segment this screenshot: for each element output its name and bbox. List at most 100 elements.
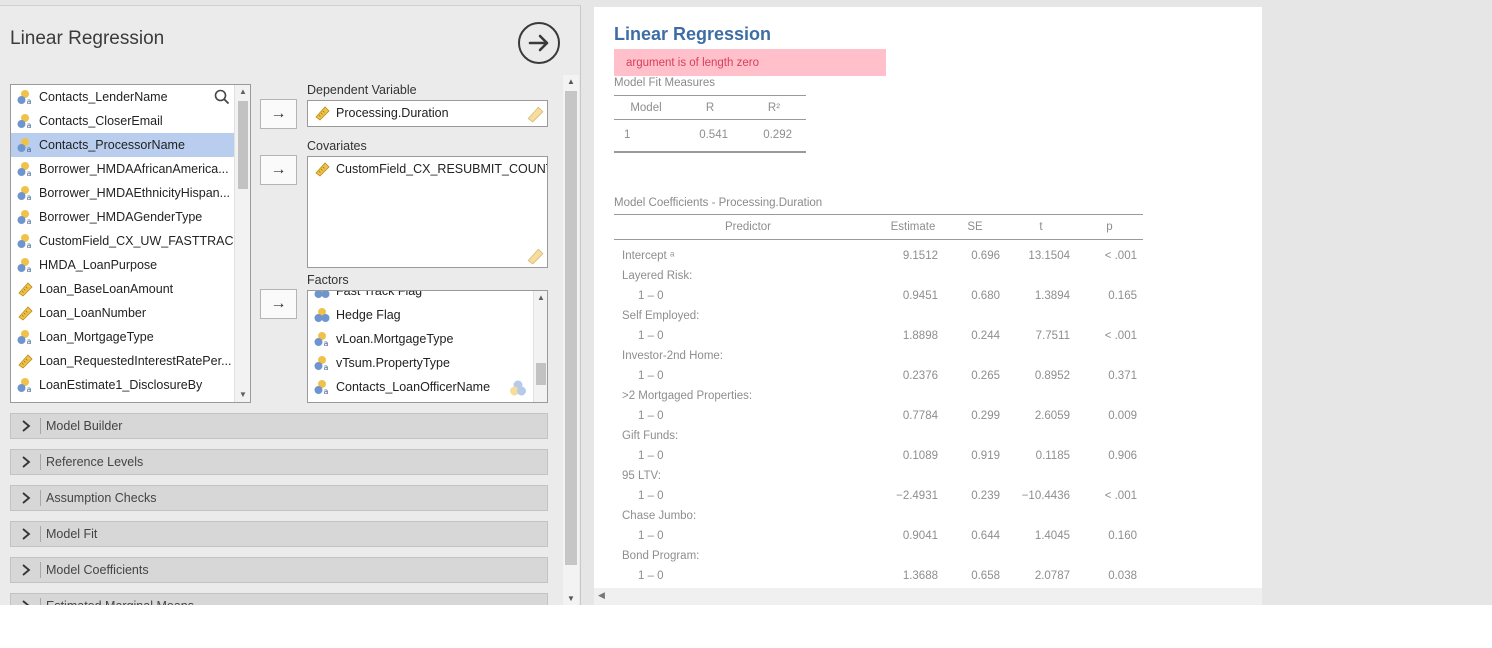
variable-list-item[interactable]: a Contacts_LenderName	[11, 85, 235, 109]
variable-list-item[interactable]: a Borrower_HMDAAfricanAmerica...	[11, 157, 235, 181]
factors-label: Factors	[307, 273, 349, 287]
predictor-group-label: >2 Mortgaged Properties:	[622, 389, 753, 402]
t-cell: 0.1185	[1035, 449, 1070, 462]
table-row: Bond Program:	[614, 546, 1143, 566]
variable-name: Loan_LoanNumber	[39, 306, 147, 320]
coef-header-predictor: Predictor	[614, 214, 882, 240]
continuous-variable-icon	[315, 162, 330, 177]
scroll-thumb[interactable]	[536, 363, 546, 385]
variable-list-item[interactable]: a Loan_MortgageType	[11, 325, 235, 349]
move-to-covariates-button[interactable]: →	[260, 155, 297, 185]
covariates-box[interactable]: CustomField_CX_RESUBMIT_COUNT	[307, 156, 548, 268]
scroll-left-icon[interactable]: ◀	[598, 590, 605, 601]
variable-list-item[interactable]: a Borrower_HMDAEthnicityHispan...	[11, 181, 235, 205]
variable-list-item[interactable]: a LoanEstimate1_DisclosureBy	[11, 373, 235, 397]
predictor-group-label: Investor-2nd Home:	[622, 349, 723, 362]
estimate-cell: 0.9451	[902, 289, 938, 302]
scroll-down-icon[interactable]: ▼	[563, 592, 579, 605]
variable-name: HMDA_LoanPurpose	[39, 258, 158, 272]
section-model-fit[interactable]: Model Fit	[10, 521, 548, 547]
factor-item[interactable]: Fast Track Flag	[308, 291, 530, 303]
run-arrow-button[interactable]	[518, 22, 560, 64]
fit-r2-cell: 0.292	[742, 119, 806, 153]
section-model-coefficients[interactable]: Model Coefficients	[10, 557, 548, 583]
search-icon[interactable]	[214, 89, 230, 105]
section-estimated-marginal-means[interactable]: Estimated Marginal Means	[10, 593, 548, 605]
dependent-variable-item[interactable]: Processing.Duration	[308, 101, 547, 125]
coef-header-estimate: Estimate	[882, 214, 944, 240]
fit-r-cell: 0.541	[678, 119, 742, 153]
factor-item[interactable]: a Contacts_LoanOfficerName	[308, 375, 530, 399]
variable-name: Borrower_HMDAGenderType	[39, 210, 203, 224]
model-fit-caption: Model Fit Measures	[614, 77, 715, 89]
predictor-group-label: Chase Jumbo:	[622, 509, 697, 522]
continuous-variable-icon	[315, 106, 330, 121]
p-cell: 0.009	[1108, 409, 1137, 422]
chevron-right-icon	[11, 454, 41, 470]
svg-text:a: a	[27, 385, 32, 393]
fit-model-cell: 1	[614, 119, 678, 153]
factors-box[interactable]: Fast Track Flag Hedge Flag a vLoan.Mortgage…	[307, 290, 548, 403]
predictor-label: 1 – 0	[638, 569, 664, 582]
variable-list-item[interactable]: a Contacts_ProcessorName	[11, 133, 235, 157]
section-assumption-checks[interactable]: Assumption Checks	[10, 485, 548, 511]
section-label: Reference Levels	[46, 455, 144, 469]
factor-item[interactable]: a vLoan.MortgageType	[308, 327, 530, 351]
fit-header-r2: R²	[742, 95, 806, 120]
table-row: 1 – 0 0.9451 0.680 1.3894 0.165	[614, 286, 1143, 306]
se-cell: 0.680	[971, 289, 1000, 302]
scroll-down-icon[interactable]: ▼	[235, 388, 250, 402]
svg-text:a: a	[27, 121, 32, 129]
table-row: Self Employed:	[614, 306, 1143, 326]
factor-item[interactable]: a vTsum.PropertyType	[308, 351, 530, 375]
variable-name: LoanEstimate1_DisclosureBy	[39, 378, 203, 392]
svg-text:a: a	[27, 97, 32, 105]
variable-list-item[interactable]: Loan_RequestedInterestRatePer...	[11, 349, 235, 373]
factor-item[interactable]: Hedge Flag	[308, 303, 530, 327]
coef-header-p: p	[1076, 214, 1143, 240]
section-reference-levels[interactable]: Reference Levels	[10, 449, 548, 475]
scroll-up-icon[interactable]: ▲	[563, 75, 579, 89]
variable-list-item[interactable]: a CustomField_CX_UW_FASTTRACK	[11, 229, 235, 253]
section-model-builder[interactable]: Model Builder	[10, 413, 548, 439]
nominal-variable-icon: a	[314, 380, 329, 395]
estimate-cell: −2.4931	[896, 489, 938, 502]
variables-scrollbar[interactable]: ▲ ▼	[234, 85, 250, 402]
scroll-up-icon[interactable]: ▲	[235, 85, 250, 99]
variable-list-item[interactable]: a Borrower_HMDAGenderType	[11, 205, 235, 229]
scroll-thumb[interactable]	[565, 91, 577, 565]
variable-list-item[interactable]: Loan_BaseLoanAmount	[11, 277, 235, 301]
se-cell: 0.919	[971, 449, 1000, 462]
variable-list-item[interactable]: a HMDA_LoanPurpose	[11, 253, 235, 277]
svg-text:a: a	[324, 363, 329, 371]
variable-name: Borrower_HMDAAfricanAmerica...	[39, 162, 229, 176]
nominal-variable-icon: a	[17, 330, 32, 345]
table-row: 1 0.541 0.292	[614, 119, 806, 153]
results-horizontal-scrollbar[interactable]: ◀	[594, 588, 1262, 605]
options-panel: Linear Regression a Contacts_LenderName a C…	[0, 5, 581, 605]
scroll-thumb[interactable]	[238, 101, 248, 189]
model-fit-table: Model R R² 1 0.541 0.292	[614, 95, 806, 153]
factor-name: Hedge Flag	[336, 308, 401, 322]
variables-list[interactable]: a Contacts_LenderName a Contacts_CloserEmai…	[10, 84, 251, 403]
move-to-dependent-button[interactable]: →	[260, 99, 297, 129]
t-cell: 2.0787	[1034, 569, 1070, 582]
section-label: Assumption Checks	[46, 491, 157, 505]
variable-list-item[interactable]: a Contacts_CloserEmail	[11, 109, 235, 133]
options-scrollbar[interactable]: ▲ ▼	[563, 75, 579, 605]
nominal-variable-icon: a	[17, 378, 32, 393]
variable-list-item[interactable]: Loan_LoanNumber	[11, 301, 235, 325]
nominal-variable-icon: a	[17, 114, 32, 129]
section-label: Model Builder	[46, 419, 123, 433]
scroll-up-icon[interactable]: ▲	[534, 291, 547, 305]
continuous-variable-icon	[18, 354, 33, 369]
dependent-variable-box[interactable]: Processing.Duration	[307, 100, 548, 127]
move-to-factors-button[interactable]: →	[260, 289, 297, 319]
p-cell: < .001	[1104, 249, 1137, 262]
estimate-cell: 0.2376	[902, 369, 938, 382]
predictor-group-label: Self Employed:	[622, 309, 700, 322]
svg-text:a: a	[324, 387, 329, 395]
factors-scrollbar[interactable]: ▲	[533, 291, 547, 402]
covariate-item[interactable]: CustomField_CX_RESUBMIT_COUNT	[308, 157, 547, 181]
nominal-variable-icon: a	[314, 332, 329, 347]
